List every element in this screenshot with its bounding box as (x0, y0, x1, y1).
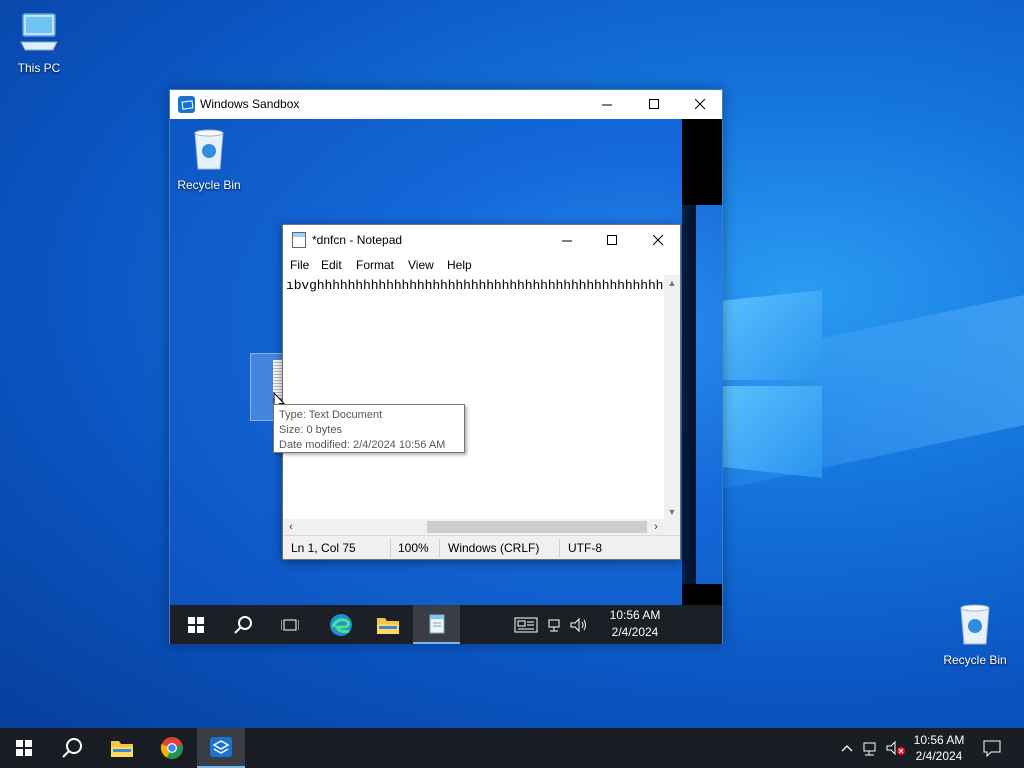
sandbox-title-bar[interactable]: Windows Sandbox (170, 90, 722, 119)
horizontal-scroll-thumb[interactable] (427, 521, 647, 533)
start-icon (16, 740, 32, 756)
recycle-bin-icon (960, 604, 990, 645)
volume-button[interactable] (884, 728, 908, 768)
chrome-button[interactable] (148, 728, 196, 768)
clock-time: 10:56 AM (913, 733, 965, 747)
scroll-up-icon[interactable]: ▲ (664, 275, 680, 291)
file-explorer-icon (111, 741, 133, 757)
scroll-right-icon[interactable]: › (648, 519, 664, 535)
desktop-icon-recycle-bin[interactable]: Recycle Bin (939, 602, 1011, 667)
recycle-bin-icon (194, 129, 224, 170)
sandbox-clock-date: 2/4/2024 (611, 625, 659, 639)
volume-icon (570, 617, 586, 632)
sandbox-file-explorer-button[interactable] (364, 605, 411, 644)
taskbar-clock[interactable]: 10:56 AM 2/4/2024 (906, 732, 972, 764)
file-info-tooltip: Type: Text Document Size: 0 bytes Date m… (273, 404, 465, 453)
sandbox-edge-button[interactable] (317, 605, 364, 644)
sandbox-window-title: Windows Sandbox (200, 97, 300, 111)
notepad-icon (292, 232, 306, 248)
minimize-button[interactable] (584, 90, 630, 119)
sandbox-start-button[interactable] (172, 605, 219, 644)
notepad-status-bar: Ln 1, Col 75 100% Windows (CRLF) UTF-8 (283, 535, 680, 559)
notepad-content: ıbvghhhhhhhhhhhhhhhhhhhhhhhhhhhhhhhhhhhh… (286, 278, 680, 293)
start-icon (187, 616, 204, 633)
notification-icon (983, 740, 1001, 757)
computer-icon (20, 13, 58, 51)
network-button[interactable] (860, 728, 884, 768)
desktop-icon-this-pc[interactable]: This PC (3, 10, 75, 75)
desktop-icon-label: Recycle Bin (177, 178, 241, 192)
sandbox-network-icon-button[interactable] (545, 605, 567, 644)
tooltip-type: Type: Text Document (279, 409, 383, 421)
sandbox-clock-time: 10:56 AM (609, 608, 661, 622)
network-icon (863, 742, 876, 756)
sandbox-search-button[interactable] (219, 605, 266, 644)
minimize-icon (601, 104, 612, 106)
desktop-icon-label: This PC (17, 61, 61, 75)
maximize-icon (606, 234, 617, 245)
menu-format[interactable]: Format (356, 258, 394, 272)
file-explorer-icon (376, 617, 399, 634)
sandbox-app-icon (178, 96, 195, 113)
notepad-icon (429, 614, 444, 633)
notepad-maximize-button[interactable] (589, 225, 635, 255)
sandbox-notepad-button[interactable] (413, 605, 460, 644)
tooltip-size: Size: 0 bytes (279, 424, 342, 436)
sandbox-taskbar-button[interactable] (197, 728, 245, 768)
task-view-icon (280, 619, 299, 630)
scroll-left-icon[interactable]: ‹ (283, 519, 299, 535)
sandbox-task-view-button[interactable] (266, 605, 313, 644)
close-icon (652, 234, 663, 245)
maximize-button[interactable] (631, 90, 677, 119)
close-button[interactable] (677, 90, 723, 119)
sandbox-news-button[interactable] (502, 605, 549, 644)
horizontal-scrollbar[interactable]: ‹ › (283, 519, 664, 535)
search-icon (62, 738, 82, 758)
sandbox-volume-button[interactable] (568, 605, 590, 644)
sandbox-clock[interactable]: 10:56 AM 2/4/2024 (594, 607, 676, 641)
notepad-close-button[interactable] (635, 225, 681, 255)
menu-file[interactable]: File (290, 258, 309, 272)
menu-help[interactable]: Help (447, 258, 472, 272)
notepad-title-bar[interactable]: *dnfcn - Notepad (283, 225, 680, 255)
sandbox-taskbar: 10:56 AM 2/4/2024 (170, 605, 722, 644)
sandbox-icon (210, 737, 232, 757)
file-explorer-button[interactable] (98, 728, 146, 768)
volume-muted-icon (886, 740, 905, 756)
notepad-menu-bar: File Edit Format View Help (283, 255, 680, 275)
desktop-icon-label: Recycle Bin (943, 653, 1007, 667)
search-icon (233, 615, 252, 634)
windows-logo-wallpaper (722, 290, 822, 480)
status-position: Ln 1, Col 75 (291, 541, 356, 555)
scroll-down-icon[interactable]: ▼ (664, 504, 680, 520)
status-encoding: UTF-8 (568, 541, 602, 555)
notepad-window-title: *dnfcn - Notepad (312, 233, 403, 247)
taskbar: 10:56 AM 2/4/2024 (0, 728, 1024, 768)
vertical-scrollbar[interactable]: ▲ ▼ (664, 275, 680, 520)
chevron-up-icon (841, 745, 853, 752)
tooltip-modified: Date modified: 2/4/2024 10:56 AM (279, 439, 446, 451)
edge-icon (329, 613, 352, 636)
clock-date: 2/4/2024 (915, 749, 963, 763)
notepad-text-area[interactable]: ıbvghhhhhhhhhhhhhhhhhhhhhhhhhhhhhhhhhhhh… (283, 275, 680, 519)
network-icon (548, 619, 560, 631)
chrome-icon (160, 737, 183, 759)
menu-edit[interactable]: Edit (321, 258, 342, 272)
search-button[interactable] (48, 728, 96, 768)
minimize-icon (561, 240, 572, 241)
sandbox-desktop-icon-recycle-bin[interactable]: Recycle Bin (173, 127, 245, 192)
notifications-button[interactable] (972, 728, 1012, 768)
sandbox-window[interactable]: Windows Sandbox Recycle Bin 10:56 AM 2/4… (169, 89, 723, 644)
maximize-icon (648, 99, 659, 109)
status-zoom: 100% (398, 541, 429, 555)
start-button[interactable] (0, 728, 48, 768)
close-icon (694, 99, 705, 110)
status-line-ending: Windows (CRLF) (448, 541, 540, 555)
menu-view[interactable]: View (408, 258, 434, 272)
show-hidden-icons-button[interactable] (834, 728, 860, 768)
notepad-window[interactable]: *dnfcn - Notepad File Edit Format View H… (282, 224, 681, 560)
notepad-minimize-button[interactable] (544, 225, 590, 255)
news-icon (514, 617, 537, 632)
